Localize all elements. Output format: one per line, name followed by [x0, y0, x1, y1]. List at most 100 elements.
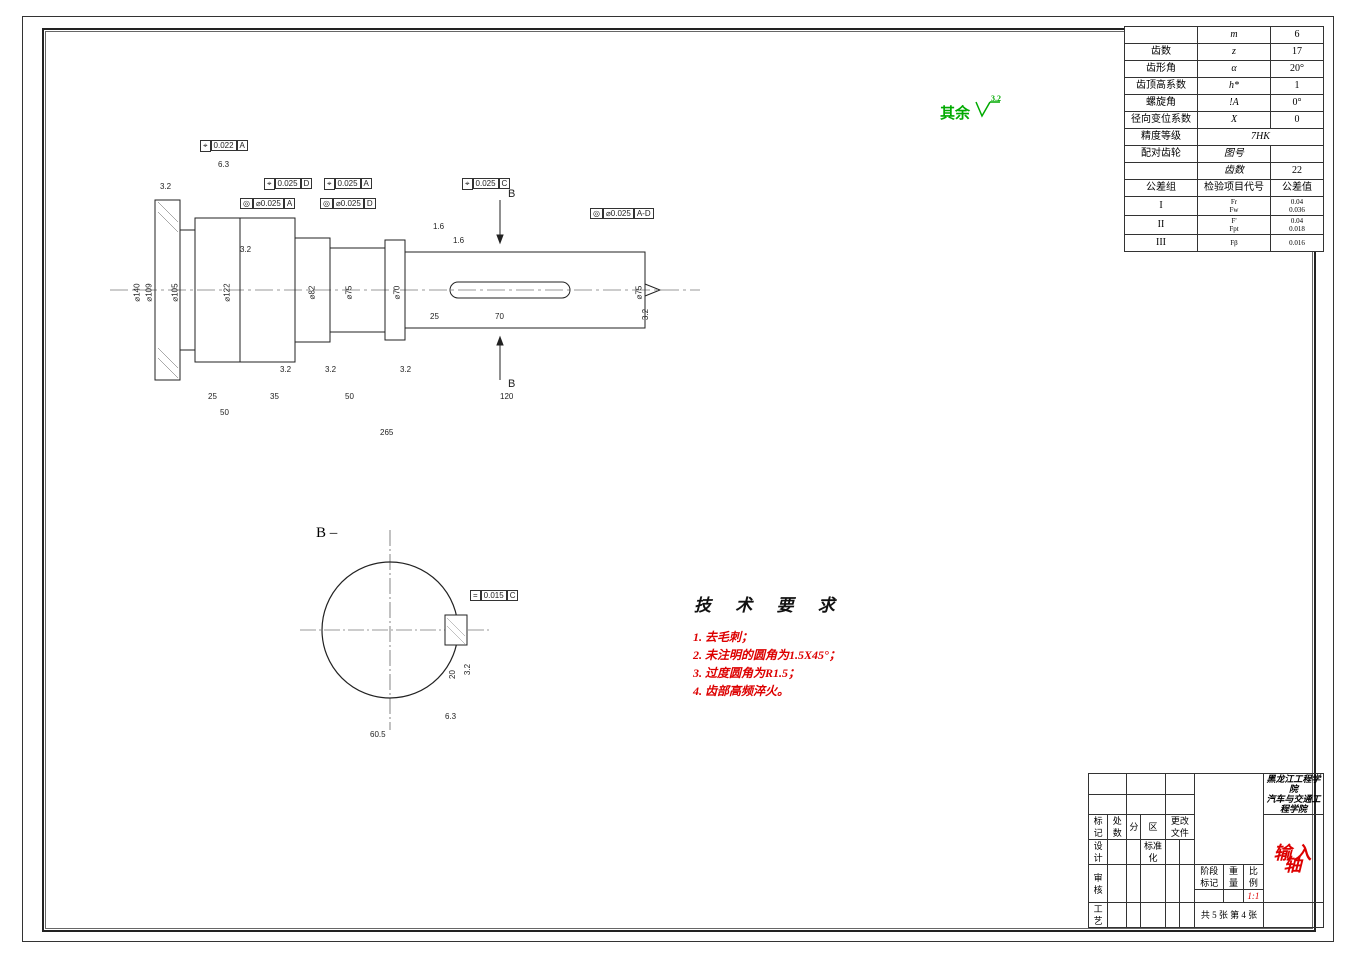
cell: 设计	[1089, 840, 1108, 865]
dim: 120	[500, 392, 513, 401]
dia: ⌀70	[392, 286, 401, 300]
cell: 标准化	[1141, 840, 1165, 865]
section-view: =0.015C 20 3.2 6.3 60.5	[290, 530, 490, 760]
cell	[1125, 27, 1198, 44]
cell: 0.040.036	[1271, 197, 1324, 216]
cell: 审核	[1089, 865, 1108, 903]
dia: ⌀122	[223, 283, 232, 301]
dim: 70	[495, 312, 504, 321]
fcf: ◎⌀0.025D	[320, 198, 376, 209]
fcf: ◎⌀0.025A	[240, 198, 295, 209]
cell: 精度等级	[1125, 129, 1198, 146]
cell: 17	[1271, 44, 1324, 61]
cell: 22	[1271, 163, 1324, 180]
surf: 3.2	[280, 365, 291, 374]
surface-symbol-icon: 3.2	[974, 100, 1002, 123]
title-block: 黑龙江工程学院汽车与交通工程学院 标记处数分区更改文件 输入轴 设计标准化 审核…	[1088, 773, 1324, 928]
surface-value: 3.2	[991, 94, 1001, 103]
cell: 标记	[1089, 815, 1108, 840]
dim: 20	[448, 670, 457, 679]
dia: ⌀82	[307, 286, 316, 300]
note-item: 2. 未注明的圆角为1.5X45°；	[693, 646, 841, 664]
sheet-count: 共 5 张 第 4 张	[1195, 903, 1264, 928]
page: 其余3.2 m6 齿数z17 齿形角α20° 齿顶高系数h*1 螺旋角!A0° …	[0, 0, 1354, 957]
cell: m	[1198, 27, 1271, 44]
cell: 公差值	[1271, 180, 1324, 197]
fcf: ⌖0.025D	[264, 178, 312, 190]
surf: 1.6	[453, 236, 464, 245]
dia: ⌀140	[133, 283, 142, 301]
section-svg	[290, 530, 490, 760]
cell: 齿数	[1198, 163, 1271, 180]
notes-body: 1. 去毛刺； 2. 未注明的圆角为1.5X45°； 3. 过度圆角为R1.5；…	[693, 628, 841, 700]
fcf: =0.015C	[470, 590, 518, 601]
main-view-svg	[120, 140, 690, 440]
cell: 0	[1271, 112, 1324, 129]
cell: 重量	[1224, 865, 1243, 890]
cell: 图号	[1198, 146, 1271, 163]
cell: 20°	[1271, 61, 1324, 78]
section-letter: B	[508, 378, 515, 390]
surf: 6.3	[218, 160, 229, 169]
dim: 265	[380, 428, 393, 437]
section-letter: B	[508, 188, 515, 200]
cell: 齿形角	[1125, 61, 1198, 78]
note-item: 3. 过度圆角为R1.5；	[693, 664, 841, 682]
fcf: ⌖0.022A	[200, 140, 248, 152]
dim: 35	[270, 392, 279, 401]
surf: 3.2	[240, 245, 251, 254]
dim: 60.5	[370, 730, 386, 739]
cell	[1271, 146, 1324, 163]
cell: 配对齿轮	[1125, 146, 1198, 163]
cell: 阶段标记	[1195, 865, 1224, 890]
gear-parameter-table: m6 齿数z17 齿形角α20° 齿顶高系数h*1 螺旋角!A0° 径向变位系数…	[1124, 26, 1324, 252]
cell: 6	[1271, 27, 1324, 44]
fcf: ⌖0.025C	[462, 178, 510, 190]
cell: 0.040.018	[1271, 216, 1324, 235]
cell: 工艺	[1089, 903, 1108, 928]
cell: 区	[1141, 815, 1165, 840]
surf: 3.2	[325, 365, 336, 374]
dim: 50	[345, 392, 354, 401]
dia: ⌀75	[634, 286, 643, 300]
cell: 螺旋角	[1125, 95, 1198, 112]
cell: 7HK	[1198, 129, 1324, 146]
cell: !A	[1198, 95, 1271, 112]
scale: 1:1	[1243, 890, 1263, 903]
cell: F'Fpt	[1198, 216, 1271, 235]
cell: FrFw	[1198, 197, 1271, 216]
dim: 25	[208, 392, 217, 401]
cell: 径向变位系数	[1125, 112, 1198, 129]
cell: II	[1125, 216, 1198, 235]
note-item: 1. 去毛刺；	[693, 628, 841, 646]
cell: h*	[1198, 78, 1271, 95]
cell: 分	[1127, 815, 1141, 840]
dia: ⌀75	[344, 286, 353, 300]
surf: 1.6	[433, 222, 444, 231]
cell: Fβ	[1198, 235, 1271, 252]
cell: 齿顶高系数	[1125, 78, 1198, 95]
cell: 齿数	[1125, 44, 1198, 61]
cell: X	[1198, 112, 1271, 129]
cell: α	[1198, 61, 1271, 78]
part-name: 输入轴	[1264, 815, 1324, 903]
cell: III	[1125, 235, 1198, 252]
surf: 3.2	[463, 664, 472, 675]
fcf: ◎⌀0.025A-D	[590, 208, 654, 219]
dim: 50	[220, 408, 229, 417]
surf: 3.2	[641, 309, 650, 320]
cell: 1	[1271, 78, 1324, 95]
surface-text: 其余	[940, 106, 970, 122]
dim: 25	[430, 312, 439, 321]
dia: ⌀105	[171, 283, 180, 301]
notes-title: 技 术 要 求	[694, 591, 845, 616]
default-surface-finish: 其余3.2	[940, 100, 1002, 123]
cell: I	[1125, 197, 1198, 216]
institution: 黑龙江工程学院汽车与交通工程学院	[1264, 774, 1324, 815]
cell	[1125, 163, 1198, 180]
cell: 0.016	[1271, 235, 1324, 252]
cell: z	[1198, 44, 1271, 61]
surf: 3.2	[160, 182, 171, 191]
surf: 6.3	[445, 712, 456, 721]
cell: 比例	[1243, 865, 1263, 890]
